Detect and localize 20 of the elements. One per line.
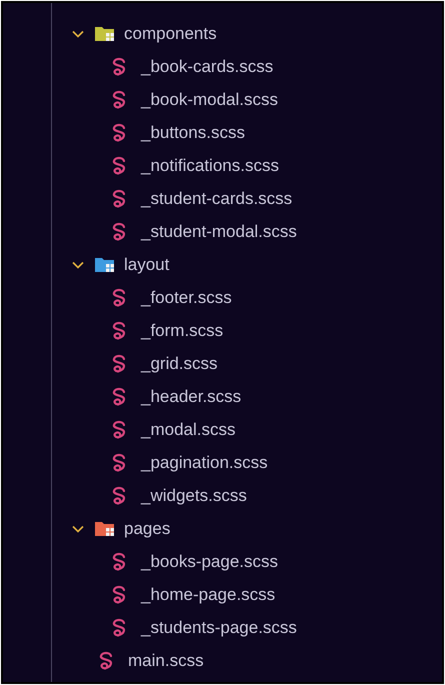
file-name[interactable]: _modal.scss	[141, 416, 236, 442]
file-name[interactable]: _widgets.scss	[141, 482, 247, 508]
file-name[interactable]: _pagination.scss	[141, 450, 268, 476]
file-name[interactable]: _student-cards.scss	[141, 186, 292, 212]
folder-name[interactable]: pages	[124, 516, 170, 542]
file-name[interactable]: _student-modal.scss	[141, 218, 297, 244]
file-name[interactable]: _home-page.scss	[141, 582, 276, 608]
folder-name[interactable]: layout	[124, 252, 170, 278]
file-name[interactable]: _grid.scss	[141, 350, 218, 376]
file-name[interactable]: _buttons.scss	[141, 120, 245, 146]
file-name[interactable]: _form.scss	[141, 318, 224, 344]
file-name[interactable]: _header.scss	[141, 384, 242, 410]
file-name[interactable]: _notifications.scss	[141, 152, 279, 178]
file-name[interactable]: _books-page.scss	[141, 548, 278, 574]
file-name[interactable]: _book-cards.scss	[141, 54, 274, 80]
folder-name[interactable]: components	[124, 20, 217, 46]
file-name[interactable]: _students-page.scss	[141, 614, 297, 640]
file-name[interactable]: _book-modal.scss	[141, 86, 278, 112]
file-name[interactable]: main.scss	[128, 648, 204, 674]
file-name[interactable]: _footer.scss	[141, 284, 232, 310]
